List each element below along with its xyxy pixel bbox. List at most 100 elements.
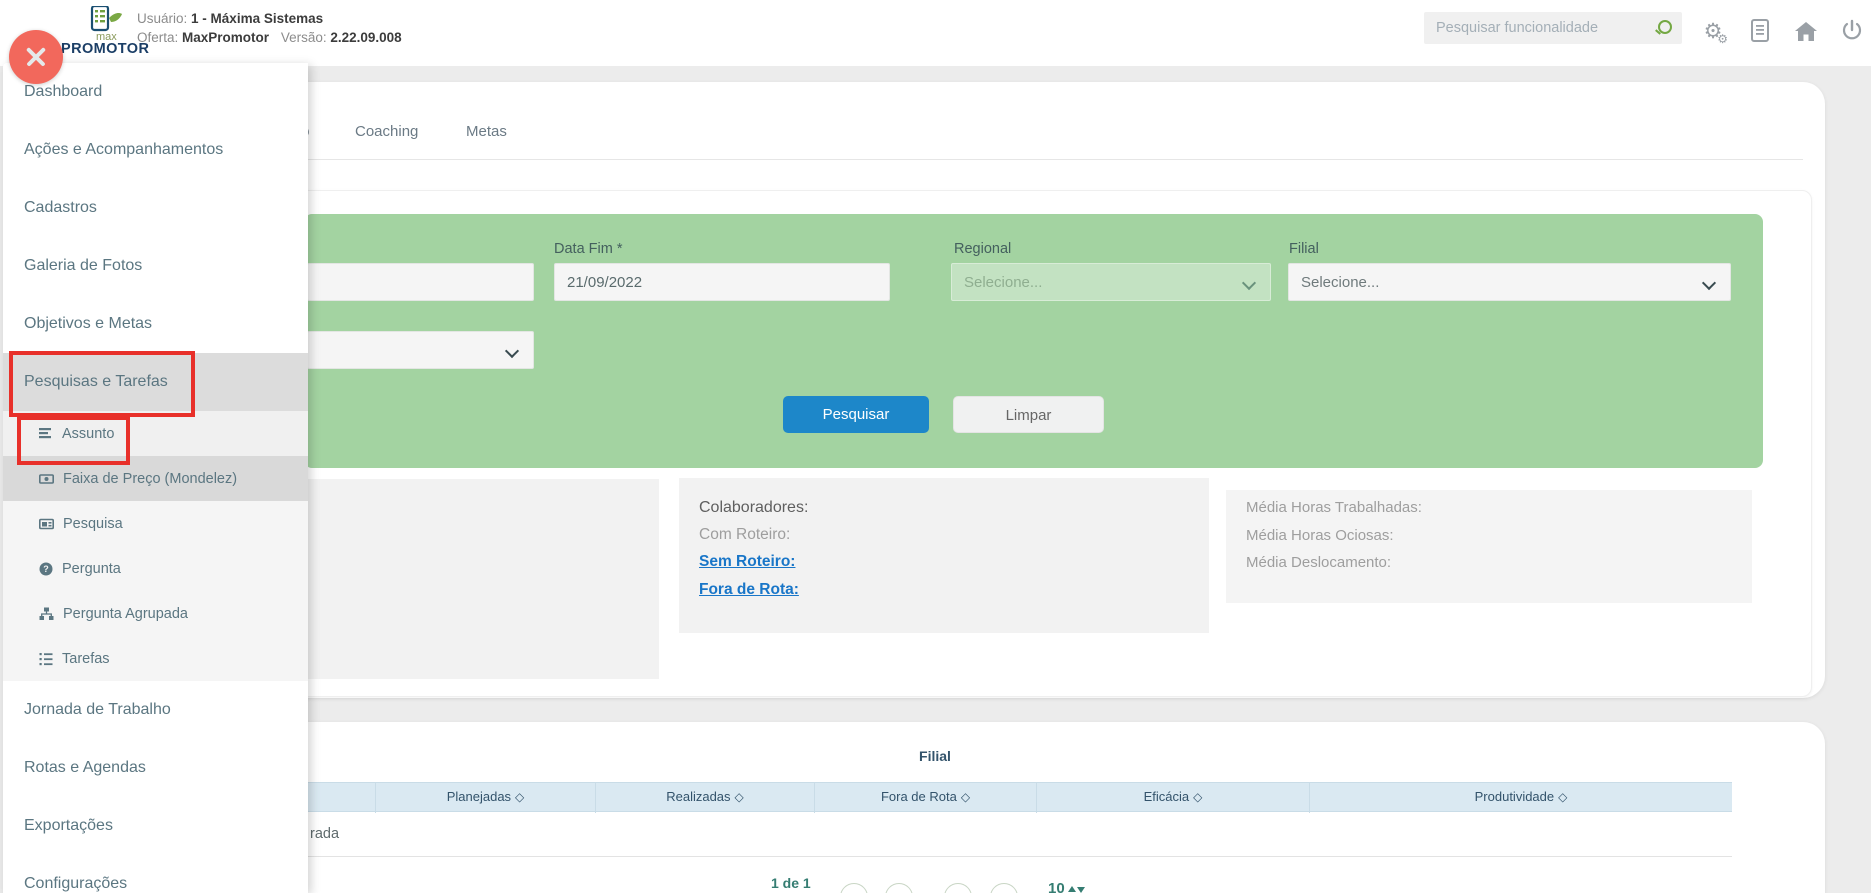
col-label: Planejadas xyxy=(447,789,511,804)
search-input[interactable] xyxy=(1424,12,1654,44)
settings-gears-icon[interactable]: ⚙ ⚙ xyxy=(1697,15,1729,47)
media-horas-ociosas-label: Média Horas Ociosas: xyxy=(1246,527,1394,544)
submenu-item-pesquisa[interactable]: Pesquisa xyxy=(3,501,308,546)
power-icon[interactable] xyxy=(1836,15,1868,47)
sort-icon: ◇ xyxy=(1558,790,1567,804)
sidebar-item-galeria[interactable]: Galeria de Fotos xyxy=(3,237,308,295)
medias-card: Média Horas Trabalhadas: Média Horas Oci… xyxy=(1226,490,1752,603)
version-label: Versão: xyxy=(281,30,327,45)
chevron-down-icon xyxy=(505,344,519,358)
user-info: Usuário: 1 - Máxima Sistemas Oferta: Max… xyxy=(137,9,402,47)
media-deslocamento-label: Média Deslocamento: xyxy=(1246,554,1391,571)
page-info: 1 de 1 xyxy=(771,875,811,891)
col-label: Produtividade xyxy=(1475,789,1555,804)
tab-coaching[interactable]: Coaching xyxy=(355,123,418,140)
sort-icon: ◇ xyxy=(1193,790,1202,804)
filial-placeholder: Selecione... xyxy=(1301,274,1379,291)
sidebar-item-cadastros[interactable]: Cadastros xyxy=(3,179,308,237)
media-horas-trabalhadas-label: Média Horas Trabalhadas: xyxy=(1246,499,1422,516)
regional-placeholder: Selecione... xyxy=(964,274,1042,291)
col-fora-de-rota[interactable]: Fora de Rota◇ xyxy=(815,783,1037,813)
col-planejadas[interactable]: Planejadas◇ xyxy=(376,783,596,813)
table-title: Filial xyxy=(283,748,1587,764)
page-size-select[interactable]: 10 xyxy=(1048,880,1085,893)
regional-select[interactable]: Selecione... xyxy=(951,263,1271,301)
user-label: Usuário: xyxy=(137,11,187,26)
money-icon xyxy=(39,472,54,486)
pesquisar-button[interactable]: Pesquisar xyxy=(783,396,929,433)
sidebar-item-rotas[interactable]: Rotas e Agendas xyxy=(3,739,308,797)
svg-text:?: ? xyxy=(43,564,49,574)
col-label: Fora de Rota xyxy=(881,789,957,804)
table-header-row: Planejadas◇ Realizadas◇ Fora de Rota◇ Ef… xyxy=(276,782,1732,812)
data-fim-field xyxy=(554,263,890,301)
chevron-down-icon xyxy=(1242,276,1256,290)
user-value: 1 - Máxima Sistemas xyxy=(191,11,323,26)
last-page-button[interactable]: » xyxy=(990,883,1018,893)
col-produtividade[interactable]: Produtividade◇ xyxy=(1310,783,1732,813)
sidebar-item-exportacoes[interactable]: Exportações xyxy=(3,797,308,855)
sidebar-item-jornada[interactable]: Jornada de Trabalho xyxy=(3,681,308,739)
sort-icon: ◇ xyxy=(735,790,744,804)
align-left-icon xyxy=(39,427,53,441)
limpar-button[interactable]: Limpar xyxy=(953,396,1104,433)
data-fim-label: Data Fim * xyxy=(554,241,623,257)
col-label: Eficácia xyxy=(1144,789,1190,804)
sidebar-item-configuracoes[interactable]: Configurações xyxy=(3,855,308,893)
list-ol-icon xyxy=(39,652,53,666)
submenu-item-faixa-preco[interactable]: Faixa de Preço (Mondelez) xyxy=(3,456,308,501)
sidebar-item-acoes[interactable]: Ações e Acompanhamentos xyxy=(3,121,308,179)
offer-value: MaxPromotor xyxy=(182,30,269,45)
home-icon[interactable] xyxy=(1790,15,1822,47)
pesquisas-submenu: Assunto Faixa de Preço (Mondelez) Pesqui… xyxy=(3,411,308,681)
submenu-label: Pergunta xyxy=(62,561,121,577)
main-panel: to Coaching Metas Data Fim * Regional Se… xyxy=(283,82,1825,698)
sem-roteiro-link[interactable]: Sem Roteiro: xyxy=(699,553,795,571)
newspaper-icon xyxy=(39,517,54,531)
app-root: max PROMOTOR Usuário: 1 - Máxima Sistema… xyxy=(0,0,1871,893)
chart-placeholder-card xyxy=(293,479,659,679)
search-icon[interactable] xyxy=(1658,20,1672,34)
table-row[interactable]: rada xyxy=(276,812,1732,857)
colaboradores-title: Colaboradores: xyxy=(699,499,808,517)
offer-label: Oferta: xyxy=(137,30,178,45)
question-circle-icon: ? xyxy=(39,562,53,576)
submenu-item-assunto[interactable]: Assunto xyxy=(3,411,308,456)
sitemap-icon xyxy=(39,607,54,621)
hidden-label-select[interactable] xyxy=(307,331,534,369)
data-fim-input[interactable] xyxy=(555,264,889,300)
submenu-label: Tarefas xyxy=(62,651,110,667)
col-label: Realizadas xyxy=(666,789,730,804)
gear-small-icon: ⚙ xyxy=(1717,33,1728,45)
submenu-label: Assunto xyxy=(62,426,114,442)
sidebar-item-pesquisas-tarefas[interactable]: Pesquisas e Tarefas xyxy=(3,353,308,411)
document-icon[interactable] xyxy=(1744,15,1776,47)
next-page-button[interactable]: › xyxy=(944,883,972,893)
filial-cell-fragment: rada xyxy=(310,812,339,856)
chevron-down-icon xyxy=(1702,276,1716,290)
col-realizadas[interactable]: Realizadas ◇ xyxy=(596,783,815,813)
sidebar-menu: Dashboard Ações e Acompanhamentos Cadast… xyxy=(3,63,308,893)
table-panel: Filial Planejadas◇ Realizadas◇ Fora de R… xyxy=(283,722,1825,893)
submenu-item-tarefas[interactable]: Tarefas xyxy=(3,636,308,681)
prev-page-button[interactable]: ‹ xyxy=(885,883,913,893)
sidebar-item-objetivos[interactable]: Objetivos e Metas xyxy=(3,295,308,353)
topbar: max PROMOTOR Usuário: 1 - Máxima Sistema… xyxy=(0,0,1871,66)
submenu-item-pergunta-agrupada[interactable]: Pergunta Agrupada xyxy=(3,591,308,636)
col-eficacia[interactable]: Eficácia◇ xyxy=(1037,783,1310,813)
functionality-search xyxy=(1424,12,1682,44)
com-roteiro-label: Com Roteiro: xyxy=(699,526,790,544)
first-page-button[interactable]: « xyxy=(840,883,868,893)
submenu-label: Faixa de Preço (Mondelez) xyxy=(63,471,237,487)
filters-card: Data Fim * Regional Selecione... Filial … xyxy=(297,190,1812,697)
submenu-label: Pesquisa xyxy=(63,516,123,532)
close-menu-button[interactable] xyxy=(9,30,63,84)
fora-de-rota-link[interactable]: Fora de Rota: xyxy=(699,581,799,599)
filial-select[interactable]: Selecione... xyxy=(1288,263,1731,301)
tab-metas[interactable]: Metas xyxy=(466,123,507,140)
sort-up-icon xyxy=(1068,886,1076,892)
submenu-item-pergunta[interactable]: ? Pergunta xyxy=(3,546,308,591)
data-inicio-field[interactable] xyxy=(307,263,534,301)
sort-down-icon xyxy=(1077,887,1085,893)
version-value: 2.22.09.008 xyxy=(330,30,401,45)
